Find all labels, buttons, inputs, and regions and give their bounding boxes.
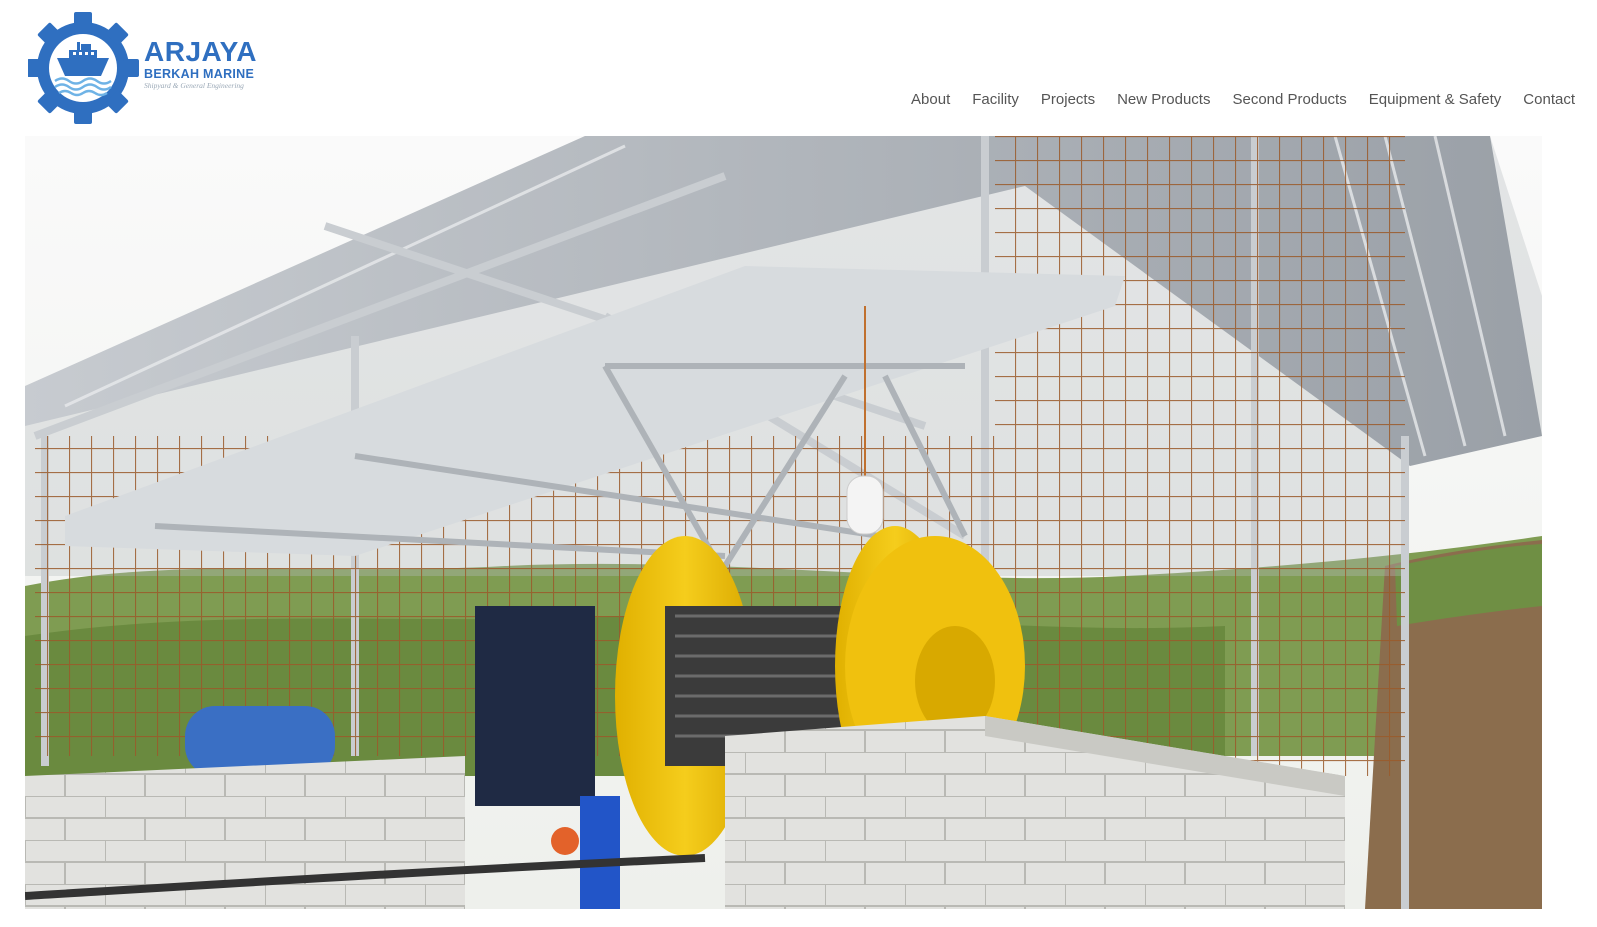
hero-image (25, 136, 1542, 909)
brand-tagline: Shipyard & General Engineering (144, 81, 244, 90)
winch-shelter-photo-icon (25, 136, 1542, 909)
nav-item-contact[interactable]: Contact (1512, 90, 1575, 110)
brand-name: ARJAYA (144, 36, 257, 67)
main-nav: About Facility Projects New Products Sec… (900, 90, 1575, 110)
site-logo[interactable]: ARJAYA BERKAH MARINE Shipyard & General … (28, 12, 278, 124)
nav-item-about[interactable]: About (900, 90, 961, 110)
nav-item-projects[interactable]: Projects (1030, 90, 1106, 110)
nav-item-second-products[interactable]: Second Products (1221, 90, 1357, 110)
site-header: ARJAYA BERKAH MARINE Shipyard & General … (0, 0, 1597, 140)
gear-ship-logo-icon (28, 12, 139, 124)
nav-item-facility[interactable]: Facility (961, 90, 1030, 110)
nav-item-new-products[interactable]: New Products (1106, 90, 1221, 110)
nav-item-equipment-safety[interactable]: Equipment & Safety (1358, 90, 1513, 110)
brand-subtitle: BERKAH MARINE (144, 67, 255, 81)
